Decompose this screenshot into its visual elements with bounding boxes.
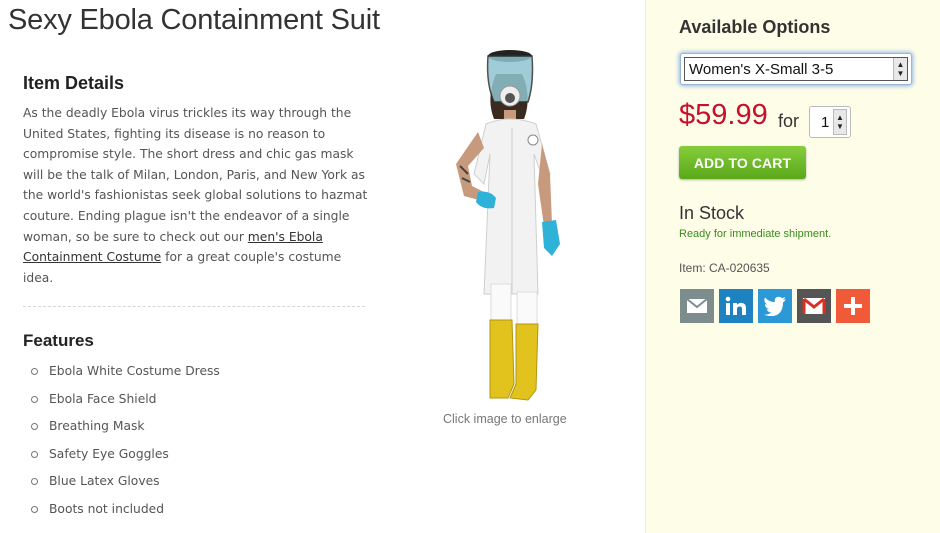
dropdown-arrow-icon[interactable]: ▲ ▼ (833, 109, 847, 135)
price: $59.99 (679, 99, 768, 131)
gmail-share-button[interactable] (797, 289, 831, 323)
for-label: for (778, 111, 800, 131)
feature-item: Ebola White Costume Dress (31, 364, 220, 392)
item-number: Item: CA-020635 (679, 261, 770, 275)
feature-item: Boots not included (31, 502, 220, 530)
costume-figure-illustration (456, 50, 560, 401)
bullet-icon (31, 505, 38, 513)
feature-item: Breathing Mask (31, 419, 220, 447)
bullet-icon (31, 450, 38, 458)
dropdown-arrow-icon[interactable]: ▲ ▼ (893, 58, 907, 80)
feature-item: Safety Eye Goggles (31, 447, 220, 475)
product-image[interactable] (438, 44, 578, 404)
gmail-icon (802, 297, 826, 314)
plus-icon (844, 297, 862, 315)
email-share-button[interactable] (680, 289, 714, 323)
available-options-heading: Available Options (679, 17, 831, 37)
size-select-value: Women's X-Small 3-5 (689, 60, 834, 78)
more-share-button[interactable] (836, 289, 870, 323)
section-divider (23, 306, 365, 307)
features-heading: Features (23, 331, 94, 350)
feature-item: Blue Latex Gloves (31, 474, 220, 502)
item-details-heading: Item Details (23, 73, 125, 93)
feature-item: Ebola Face Shield (31, 392, 220, 420)
image-caption: Click image to enlarge (443, 412, 567, 426)
bullet-icon (31, 423, 38, 431)
quantity-select[interactable]: 1 ▲ ▼ (809, 106, 851, 138)
bullet-icon (31, 368, 38, 375)
add-to-cart-button[interactable]: ADD TO CART (679, 146, 806, 179)
twitter-icon (764, 296, 786, 316)
linkedin-share-button[interactable] (719, 289, 753, 323)
quantity-value: 1 (821, 113, 830, 131)
twitter-share-button[interactable] (758, 289, 792, 323)
item-details-text-start: As the deadly Ebola virus trickles its w… (23, 106, 368, 244)
page-title: Sexy Ebola Containment Suit (8, 4, 380, 36)
bullet-icon (31, 478, 38, 486)
purchase-sidebar: Available Options Women's X-Small 3-5 ▲ ▼… (645, 0, 940, 533)
linkedin-icon (725, 296, 746, 315)
stock-status: In Stock (679, 203, 745, 223)
item-details-text: As the deadly Ebola virus trickles its w… (23, 103, 373, 288)
size-select[interactable]: Women's X-Small 3-5 ▲ ▼ (680, 53, 912, 85)
bullet-icon (31, 395, 38, 403)
features-list: Ebola White Costume Dress Ebola Face Shi… (31, 364, 220, 530)
share-buttons (680, 289, 870, 323)
email-icon (686, 298, 708, 313)
stock-note: Ready for immediate shipment. (679, 228, 832, 240)
size-select-box[interactable]: Women's X-Small 3-5 ▲ ▼ (684, 57, 908, 81)
